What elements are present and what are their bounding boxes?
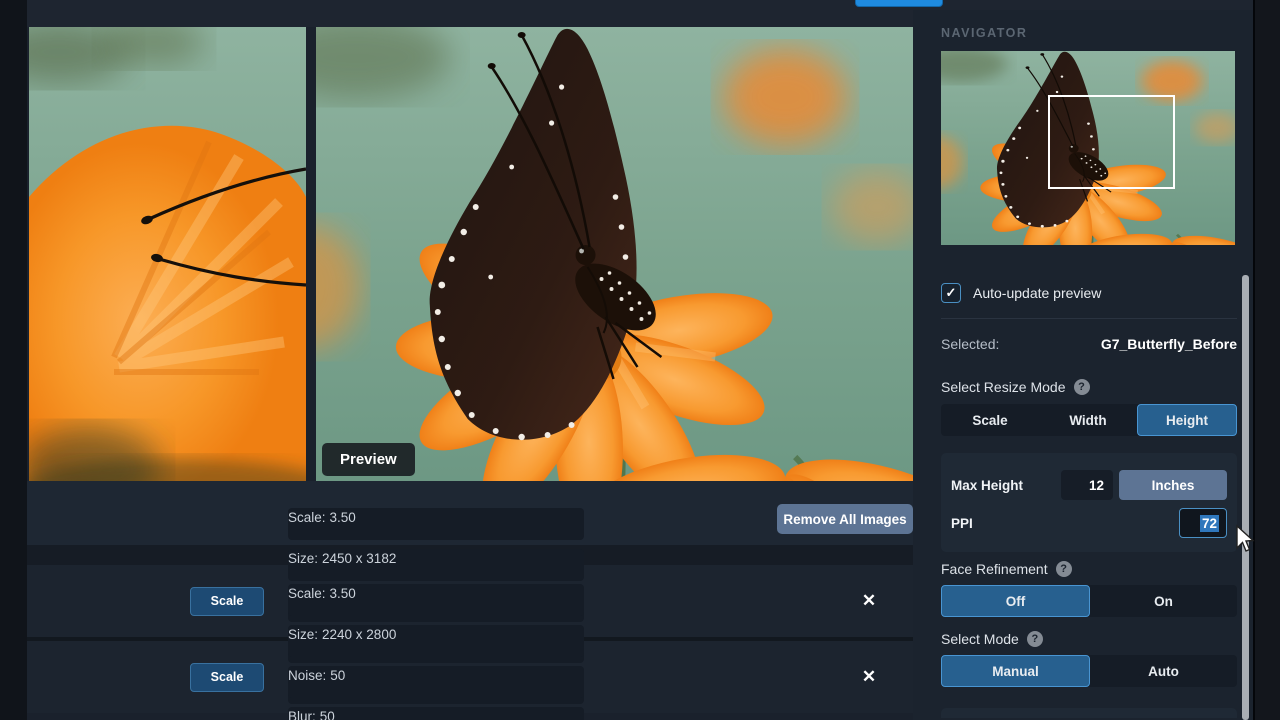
image-queue: Scale Scale:3.50 Size:2450 x 3182 Noise:… (27, 565, 913, 713)
original-image (29, 27, 306, 481)
select-mode-label: Select Mode (941, 631, 1019, 647)
max-height-row: Max Height 12 Inches (951, 470, 1227, 500)
remove-all-images-button[interactable]: Remove All Images (777, 504, 913, 534)
resize-mode-label: Select Resize Mode (941, 379, 1066, 395)
auto-update-row: ✓ Auto-update preview (941, 283, 1237, 303)
active-top-tab-fragment[interactable] (855, 0, 943, 7)
preview-chip: Preview (322, 443, 415, 476)
navigator-viewport-rect[interactable] (1048, 95, 1175, 189)
queue-row[interactable]: Scale Scale:3.50 Size:2240 x 2800 Noise:… (27, 641, 913, 713)
unit-dropdown-button[interactable]: Inches (1119, 470, 1227, 500)
mode-manual-option[interactable]: Manual (941, 655, 1090, 687)
navigator-title: NAVIGATOR (941, 26, 1237, 40)
resize-mode-tabs: Scale Width Height (941, 404, 1237, 436)
resize-mode-label-row: Select Resize Mode ? (941, 379, 1237, 395)
tab-width[interactable]: Width (1039, 404, 1137, 436)
preview-row: Preview (27, 27, 913, 481)
help-icon[interactable]: ? (1027, 631, 1043, 647)
face-off-option[interactable]: Off (941, 585, 1090, 617)
face-refinement-label: Face Refinement (941, 561, 1048, 577)
help-icon[interactable]: ? (1074, 379, 1090, 395)
auto-update-checkbox[interactable]: ✓ (941, 283, 961, 303)
navigator-thumbnail[interactable] (941, 51, 1235, 245)
select-mode-label-row: Select Mode ? (941, 631, 1237, 647)
help-icon[interactable]: ? (1056, 561, 1072, 577)
selected-label: Selected: (941, 336, 999, 352)
check-icon: ✓ (946, 285, 957, 301)
ppi-selected-value: 72 (1200, 515, 1219, 532)
tab-scale[interactable]: Scale (941, 404, 1039, 436)
auto-update-label: Auto-update preview (973, 285, 1101, 301)
ppi-input[interactable]: 72 (1179, 508, 1227, 538)
preview-pane-result[interactable]: Preview (316, 27, 913, 481)
select-mode-toggle: Manual Auto (941, 655, 1237, 687)
next-section-peek (941, 708, 1237, 718)
ppi-row: PPI 72 (951, 508, 1227, 538)
ppi-label: PPI (951, 516, 1179, 531)
max-height-label: Max Height (951, 478, 1061, 493)
result-image (316, 27, 913, 481)
main-workspace: Preview Remove All Images Scale Scale:3.… (27, 27, 913, 720)
scale-mode-button[interactable]: Scale (190, 663, 264, 692)
preview-pane-original[interactable] (29, 27, 306, 481)
height-settings-box: Max Height 12 Inches PPI 72 (941, 453, 1237, 552)
selected-filename: G7_Butterfly_Before (1101, 336, 1237, 352)
close-icon[interactable]: ✕ (857, 665, 881, 689)
face-on-option[interactable]: On (1090, 585, 1237, 617)
close-icon[interactable]: ✕ (857, 589, 881, 613)
selected-file-row: Selected: G7_Butterfly_Before (941, 336, 1237, 352)
face-refinement-toggle: Off On (941, 585, 1237, 617)
divider (941, 318, 1237, 319)
settings-panel: NAVIGATOR ✓ Auto-update preview Selected… (913, 10, 1253, 720)
scale-mode-button[interactable]: Scale (190, 587, 264, 616)
panel-scrollbar[interactable] (1242, 275, 1249, 720)
tab-height[interactable]: Height (1137, 404, 1237, 436)
mode-auto-option[interactable]: Auto (1090, 655, 1237, 687)
queue-item-settings: Scale:3.50 Size:2240 x 2800 Noise:50 Blu… (288, 575, 598, 720)
right-edge-strip (1253, 0, 1280, 720)
face-refinement-label-row: Face Refinement ? (941, 561, 1237, 577)
max-height-input[interactable]: 12 (1061, 470, 1113, 500)
